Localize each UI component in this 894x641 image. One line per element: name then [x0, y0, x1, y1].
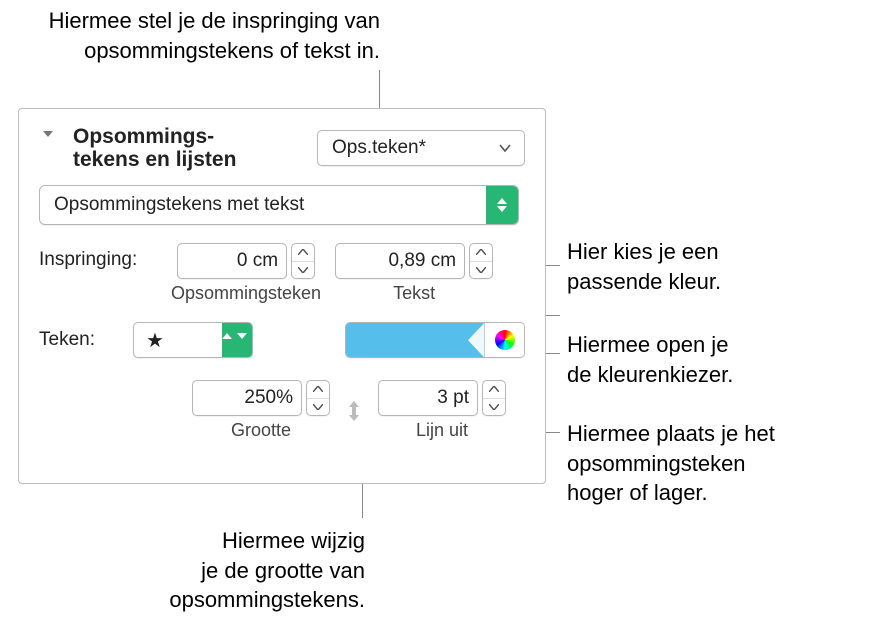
section-heading-line1: Opsommings- [73, 125, 309, 148]
text-indent-stepper[interactable] [469, 243, 493, 279]
size-caption: Grootte [231, 420, 291, 441]
text-indent-caption: Tekst [393, 283, 435, 304]
size-value: 250% [244, 387, 293, 409]
bullet-type-value: Opsommingstekens met tekst [54, 194, 304, 216]
size-stepper[interactable] [306, 380, 330, 416]
bullet-indent-input[interactable]: 0 cm [177, 243, 287, 279]
bullet-char-value: ★ [146, 328, 222, 353]
callout-color: Hier kies je een passende kleur. [567, 237, 721, 296]
char-label: Teken: [39, 329, 119, 351]
bullet-indent-stepper[interactable] [291, 243, 315, 279]
disclosure-triangle[interactable] [39, 125, 57, 143]
bullets-lists-panel: Opsommings- tekens en lijsten Ops.teken*… [18, 108, 546, 484]
section-heading-line2: tekens en lijsten [73, 148, 309, 171]
callout-size: Hiermee wijzig je de grootte van opsommi… [115, 526, 365, 615]
select-arrows-icon [486, 186, 518, 224]
align-caption: Lijn uit [416, 420, 468, 441]
chevron-down-icon [496, 140, 514, 156]
text-indent-value: 0,89 cm [388, 250, 456, 272]
list-style-value: Ops.teken* [332, 137, 426, 159]
callout-picker: Hiermee open je de kleurenkiezer. [567, 330, 733, 389]
color-well[interactable] [346, 323, 484, 357]
callout-align: Hiermee plaats je het opsommingsteken ho… [567, 419, 775, 508]
color-wheel-icon [495, 330, 515, 350]
color-picker-button[interactable] [484, 323, 524, 357]
bullet-indent-caption: Opsommingsteken [171, 283, 321, 304]
updown-arrow-icon [342, 393, 366, 429]
callout-indent: Hiermee stel je de inspringing van opsom… [30, 6, 380, 65]
align-value: 3 pt [437, 387, 469, 409]
size-input[interactable]: 250% [192, 380, 302, 416]
text-indent-input[interactable]: 0,89 cm [335, 243, 465, 279]
bullet-indent-value: 0 cm [237, 250, 278, 272]
select-arrows-icon [222, 323, 252, 357]
align-input[interactable]: 3 pt [378, 380, 478, 416]
bullet-char-select[interactable]: ★ [133, 322, 253, 358]
align-stepper[interactable] [482, 380, 506, 416]
list-style-popup[interactable]: Ops.teken* [317, 130, 525, 166]
bullet-type-select[interactable]: Opsommingstekens met tekst [39, 185, 519, 225]
indent-label: Inspringing: [39, 243, 157, 271]
